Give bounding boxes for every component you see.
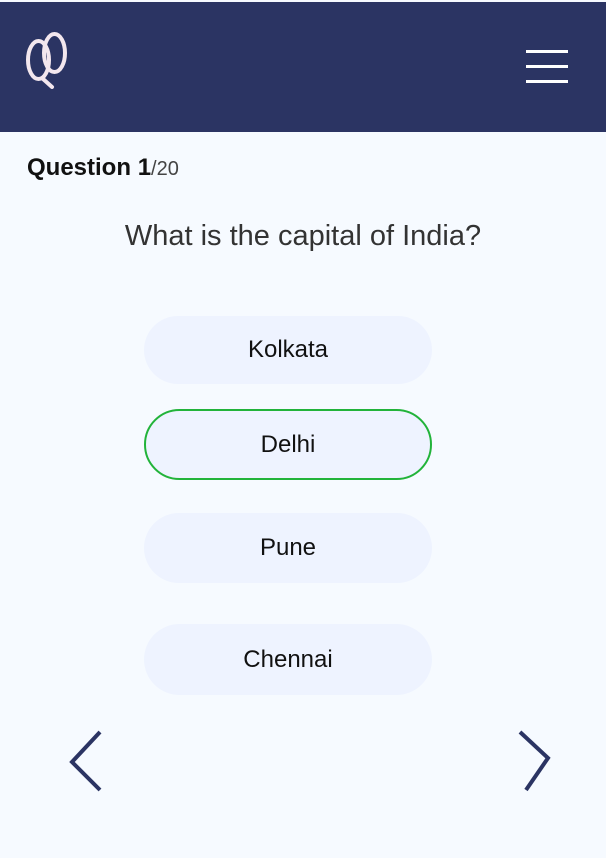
question-total: /20 [151,158,179,180]
previous-button[interactable] [64,728,108,798]
hamburger-menu-button[interactable] [526,50,570,86]
question-text: What is the capital of India? [124,220,482,252]
next-button[interactable] [514,728,558,798]
option-label: Chennai [243,645,333,673]
chevron-left-icon [69,730,102,792]
option-label: Delhi [260,430,316,458]
answer-option-pune[interactable]: Pune [144,513,432,583]
question-label: Question [27,154,132,181]
answer-option-delhi[interactable]: Delhi [144,409,432,480]
answer-option-kolkata[interactable]: Kolkata [144,316,432,384]
menu-bar [526,50,568,53]
answer-option-chennai[interactable]: Chennai [144,624,432,695]
quiz-logo-icon [26,32,67,89]
option-label: Pune [259,534,317,561]
question-counter: Question 1/20 [27,154,179,182]
option-label: Kolkata [247,336,329,363]
chevron-right-icon [518,730,551,792]
menu-bar [526,80,568,83]
question-current: 1 [137,154,152,181]
app-header [0,2,606,132]
menu-bar [526,65,568,68]
